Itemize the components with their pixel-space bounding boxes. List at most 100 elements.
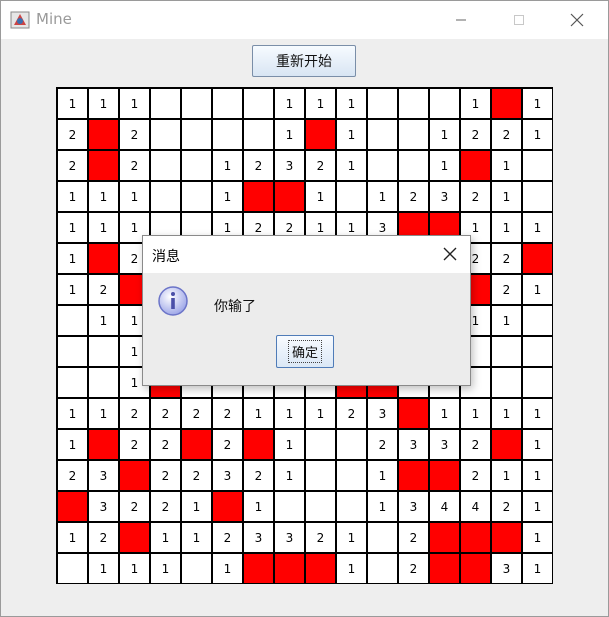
mine-cell[interactable]: [306, 120, 335, 149]
mine-cell[interactable]: [461, 523, 490, 552]
board-cell[interactable]: 2: [120, 430, 149, 459]
board-cell[interactable]: [151, 89, 180, 118]
board-cell[interactable]: 1: [182, 492, 211, 521]
board-cell[interactable]: 1: [368, 182, 397, 211]
board-cell[interactable]: 1: [151, 523, 180, 552]
board-cell[interactable]: 1: [461, 89, 490, 118]
board-cell[interactable]: 2: [399, 182, 428, 211]
board-cell[interactable]: 1: [492, 306, 521, 335]
board-cell[interactable]: 2: [213, 523, 242, 552]
board-cell[interactable]: 3: [430, 182, 459, 211]
board-cell[interactable]: 3: [275, 523, 304, 552]
board-cell[interactable]: 1: [368, 461, 397, 490]
board-cell[interactable]: 1: [213, 554, 242, 583]
board-cell[interactable]: [275, 492, 304, 521]
mine-cell[interactable]: [120, 461, 149, 490]
maximize-button[interactable]: [496, 1, 542, 39]
board-cell[interactable]: 2: [492, 120, 521, 149]
board-cell[interactable]: 1: [430, 151, 459, 180]
mine-cell[interactable]: [430, 523, 459, 552]
board-cell[interactable]: 1: [523, 399, 552, 428]
mine-cell[interactable]: [120, 523, 149, 552]
board-cell[interactable]: [399, 120, 428, 149]
board-cell[interactable]: 1: [213, 151, 242, 180]
mine-cell[interactable]: [182, 430, 211, 459]
board-cell[interactable]: 1: [89, 89, 118, 118]
mine-cell[interactable]: [430, 554, 459, 583]
board-cell[interactable]: 1: [523, 89, 552, 118]
board-cell[interactable]: 3: [368, 399, 397, 428]
board-cell[interactable]: 1: [58, 213, 87, 242]
board-cell[interactable]: 2: [492, 275, 521, 304]
board-cell[interactable]: 2: [461, 461, 490, 490]
board-cell[interactable]: [58, 554, 87, 583]
restart-button[interactable]: 重新开始: [252, 45, 356, 77]
board-cell[interactable]: 1: [58, 275, 87, 304]
board-cell[interactable]: 2: [399, 554, 428, 583]
board-cell[interactable]: 1: [337, 554, 366, 583]
mine-cell[interactable]: [244, 554, 273, 583]
board-cell[interactable]: 1: [151, 554, 180, 583]
board-cell[interactable]: 1: [492, 213, 521, 242]
board-cell[interactable]: 1: [492, 399, 521, 428]
board-cell[interactable]: 1: [275, 430, 304, 459]
board-cell[interactable]: 2: [306, 523, 335, 552]
board-cell[interactable]: [213, 120, 242, 149]
board-cell[interactable]: 2: [213, 399, 242, 428]
board-cell[interactable]: 1: [337, 151, 366, 180]
board-cell[interactable]: 1: [89, 554, 118, 583]
board-cell[interactable]: 1: [306, 182, 335, 211]
board-cell[interactable]: [89, 368, 118, 397]
board-cell[interactable]: 1: [430, 120, 459, 149]
board-cell[interactable]: [306, 430, 335, 459]
board-cell[interactable]: 2: [120, 399, 149, 428]
board-cell[interactable]: [151, 151, 180, 180]
board-cell[interactable]: 2: [89, 523, 118, 552]
board-cell[interactable]: 3: [275, 151, 304, 180]
board-cell[interactable]: [399, 89, 428, 118]
mine-cell[interactable]: [89, 151, 118, 180]
mine-cell[interactable]: [244, 430, 273, 459]
board-cell[interactable]: 2: [58, 461, 87, 490]
mine-cell[interactable]: [213, 492, 242, 521]
board-cell[interactable]: [430, 89, 459, 118]
board-cell[interactable]: 1: [523, 492, 552, 521]
board-cell[interactable]: [182, 554, 211, 583]
board-cell[interactable]: [492, 368, 521, 397]
mine-cell[interactable]: [306, 554, 335, 583]
board-cell[interactable]: 1: [275, 120, 304, 149]
board-cell[interactable]: [337, 492, 366, 521]
board-cell[interactable]: 1: [182, 523, 211, 552]
board-cell[interactable]: 1: [58, 182, 87, 211]
board-cell[interactable]: 1: [461, 399, 490, 428]
board-cell[interactable]: [523, 368, 552, 397]
board-cell[interactable]: [213, 89, 242, 118]
board-cell[interactable]: 1: [58, 244, 87, 273]
board-cell[interactable]: [368, 120, 397, 149]
mine-cell[interactable]: [492, 430, 521, 459]
board-cell[interactable]: [244, 89, 273, 118]
board-cell[interactable]: [58, 306, 87, 335]
board-cell[interactable]: [337, 461, 366, 490]
board-cell[interactable]: 1: [523, 213, 552, 242]
mine-cell[interactable]: [89, 244, 118, 273]
board-cell[interactable]: 2: [337, 399, 366, 428]
board-cell[interactable]: 1: [523, 554, 552, 583]
mine-cell[interactable]: [492, 89, 521, 118]
board-cell[interactable]: [492, 337, 521, 366]
board-cell[interactable]: [337, 182, 366, 211]
board-cell[interactable]: 3: [89, 461, 118, 490]
mine-cell[interactable]: [89, 430, 118, 459]
mine-cell[interactable]: [492, 523, 521, 552]
board-cell[interactable]: 1: [58, 399, 87, 428]
board-cell[interactable]: 1: [306, 89, 335, 118]
board-cell[interactable]: 2: [461, 120, 490, 149]
board-cell[interactable]: 2: [58, 120, 87, 149]
mine-cell[interactable]: [399, 461, 428, 490]
board-cell[interactable]: [368, 554, 397, 583]
board-cell[interactable]: 1: [523, 120, 552, 149]
board-cell[interactable]: 3: [492, 554, 521, 583]
board-cell[interactable]: [58, 337, 87, 366]
board-cell[interactable]: [182, 89, 211, 118]
board-cell[interactable]: 2: [151, 430, 180, 459]
